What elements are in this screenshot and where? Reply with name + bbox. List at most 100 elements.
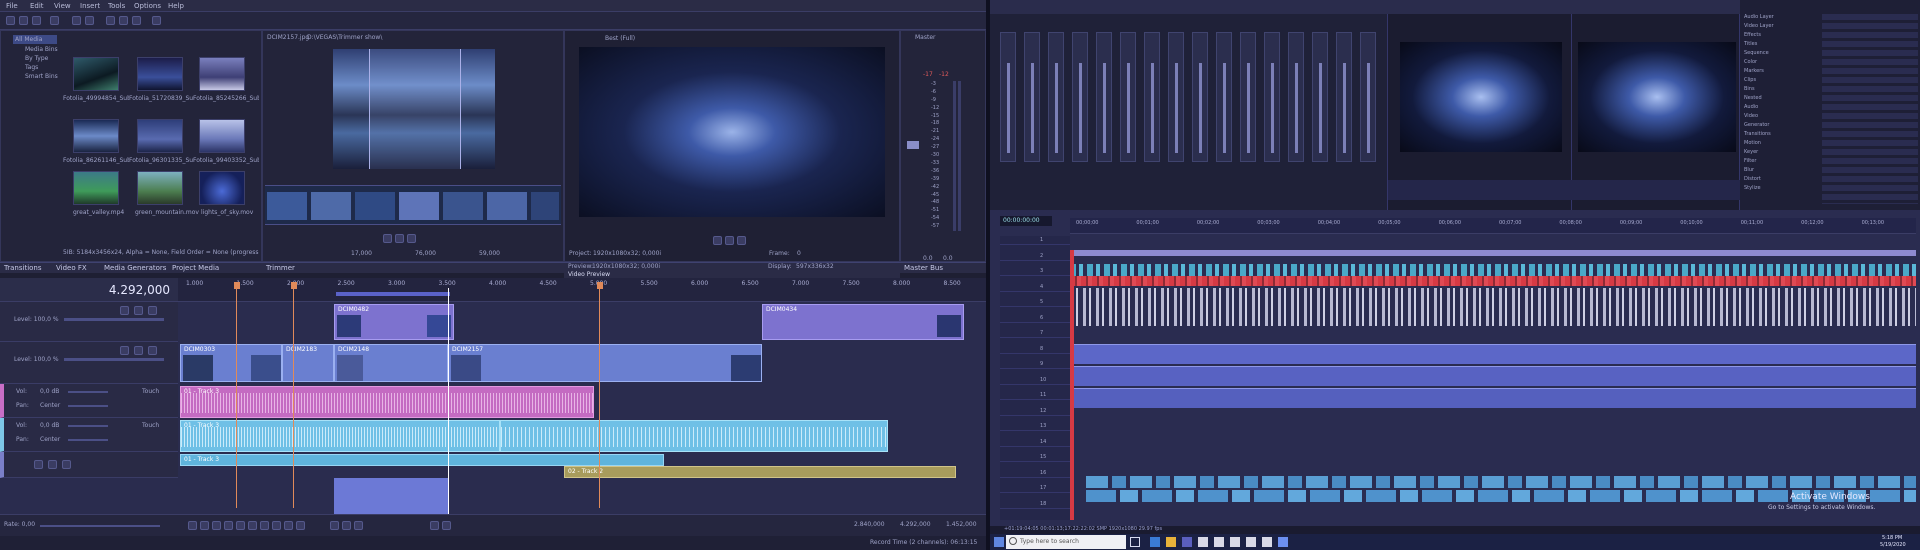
media-list-item[interactable]: Effects: [1744, 32, 1761, 38]
marker-2[interactable]: [291, 282, 297, 289]
right-blue-track-2[interactable]: [1070, 366, 1916, 386]
right-track-header[interactable]: 5: [1000, 298, 1070, 307]
mixer-fader[interactable]: [1151, 63, 1154, 153]
track-3-touch[interactable]: Touch: [142, 388, 159, 395]
loop-icon[interactable]: [200, 521, 209, 530]
playhead[interactable]: [448, 288, 449, 514]
mixer-fader[interactable]: [1319, 63, 1322, 153]
taskbar-app-6-icon[interactable]: [1230, 537, 1240, 547]
menu-help[interactable]: Help: [168, 2, 184, 10]
taskbar-search[interactable]: Type here to search: [1006, 535, 1126, 549]
tree-item-all[interactable]: All Media: [13, 35, 57, 44]
mixer-channel-strip[interactable]: [1192, 32, 1208, 162]
mixer-fader[interactable]: [1031, 63, 1034, 153]
mixer-fader[interactable]: [1175, 63, 1178, 153]
right-title-track[interactable]: [1070, 250, 1916, 256]
right-track-header[interactable]: 17: [1000, 484, 1070, 493]
go-start-icon[interactable]: [260, 521, 269, 530]
taskbar-app-1-icon[interactable]: [1150, 537, 1160, 547]
right-track-header[interactable]: 6: [1000, 314, 1070, 323]
mixer-channel-strip[interactable]: [1096, 32, 1112, 162]
track-1-level-slider[interactable]: [64, 318, 164, 321]
mixer-fader[interactable]: [1271, 63, 1274, 153]
copy-icon[interactable]: [119, 16, 128, 25]
snap-icon[interactable]: [430, 521, 439, 530]
media-thumb-8[interactable]: [137, 171, 183, 205]
media-list-item[interactable]: Filter: [1744, 158, 1756, 164]
track-header-video-2[interactable]: Level: 100,0 %: [0, 342, 178, 384]
mixer-channel-strip[interactable]: [1168, 32, 1184, 162]
tab-transitions[interactable]: Transitions: [4, 264, 42, 272]
right-track-header[interactable]: 10: [1000, 376, 1070, 385]
track-2-fx-icon[interactable]: [120, 346, 129, 355]
media-list-item[interactable]: Distort: [1744, 176, 1761, 182]
menu-insert[interactable]: Insert: [80, 2, 100, 10]
right-dense-clips-cyan[interactable]: [1070, 264, 1916, 276]
right-track-header[interactable]: 16: [1000, 469, 1070, 478]
media-thumb-1[interactable]: [73, 57, 119, 91]
menu-tools[interactable]: Tools: [108, 2, 125, 10]
clip-audio-3[interactable]: [500, 420, 888, 452]
right-track-header[interactable]: 8: [1000, 345, 1070, 354]
right-track-header[interactable]: 14: [1000, 438, 1070, 447]
right-track-header[interactable]: 4: [1000, 283, 1070, 292]
media-list-item[interactable]: Motion: [1744, 140, 1761, 146]
mixer-channel-strip[interactable]: [1288, 32, 1304, 162]
media-thumb-9[interactable]: [199, 171, 245, 205]
tab-project-media[interactable]: Project Media: [172, 264, 219, 272]
clip-v2d[interactable]: DCIM2157: [448, 344, 762, 382]
media-thumb-5[interactable]: [137, 119, 183, 153]
trimmer-filmstrip[interactable]: [265, 185, 561, 225]
track-header-audio-3[interactable]: [0, 452, 178, 478]
tree-item-tags[interactable]: Tags: [25, 64, 38, 71]
start-icon[interactable]: [994, 537, 1004, 547]
track-4-touch[interactable]: Touch: [142, 422, 159, 429]
mixer-channel-strip[interactable]: [1120, 32, 1136, 162]
media-list-item[interactable]: Stylize: [1744, 185, 1761, 191]
mixer-channel-strip[interactable]: [1216, 32, 1232, 162]
media-thumb-2[interactable]: [137, 57, 183, 91]
render-icon[interactable]: [50, 16, 59, 25]
clip-v2a[interactable]: DCIM0303: [180, 344, 282, 382]
right-ruler[interactable]: 00;00;00 00;01;00 00;02;00 00;03;00 00;04;00…: [1070, 218, 1916, 234]
media-thumb-4[interactable]: [73, 119, 119, 153]
menu-edit[interactable]: Edit: [30, 2, 44, 10]
tab-media-generators[interactable]: Media Generators: [104, 264, 166, 272]
taskbar-app-2-icon[interactable]: [1166, 537, 1176, 547]
track-4-vol-slider[interactable]: [68, 425, 108, 427]
mixer-channel-strip[interactable]: [1360, 32, 1376, 162]
mixer-fader[interactable]: [1007, 63, 1010, 153]
play-start-icon[interactable]: [212, 521, 221, 530]
clip-v2c[interactable]: DCIM2148: [334, 344, 448, 382]
master-fader[interactable]: [907, 141, 919, 149]
track-5-fx-icon[interactable]: [34, 460, 43, 469]
record-icon[interactable]: [188, 521, 197, 530]
clip-v1a[interactable]: DCIM0482: [334, 304, 454, 340]
undo-icon[interactable]: [72, 16, 81, 25]
taskbar-app-7-icon[interactable]: [1246, 537, 1256, 547]
right-track-header[interactable]: 9: [1000, 360, 1070, 369]
right-track-header[interactable]: 13: [1000, 422, 1070, 431]
redo-icon[interactable]: [85, 16, 94, 25]
taskbar-app-3-icon[interactable]: [1182, 537, 1192, 547]
right-track-header[interactable]: 7: [1000, 329, 1070, 338]
right-blue-track-1[interactable]: [1070, 344, 1916, 364]
media-list-item[interactable]: Generator: [1744, 122, 1769, 128]
track-header-video-1[interactable]: Level: 100,0 %: [0, 302, 178, 342]
preview-stop-icon[interactable]: [737, 236, 746, 245]
clip-v2b[interactable]: DCIM2183: [282, 344, 334, 382]
pause-icon[interactable]: [236, 521, 245, 530]
mixer-fader[interactable]: [1199, 63, 1202, 153]
mixer-fader[interactable]: [1343, 63, 1346, 153]
save-icon[interactable]: [32, 16, 41, 25]
media-list-item[interactable]: Bins: [1744, 86, 1755, 92]
mixer-fader[interactable]: [1127, 63, 1130, 153]
clip-audio-1[interactable]: 01 - Track 3: [180, 386, 594, 418]
loop-region[interactable]: [336, 292, 450, 296]
taskbar-app-5-icon[interactable]: [1214, 537, 1224, 547]
marker-3[interactable]: [597, 282, 603, 289]
media-list-item[interactable]: Clips: [1744, 77, 1756, 83]
media-list-item[interactable]: Audio Layer: [1744, 14, 1774, 20]
menu-options[interactable]: Options: [134, 2, 161, 10]
go-end-icon[interactable]: [272, 521, 281, 530]
